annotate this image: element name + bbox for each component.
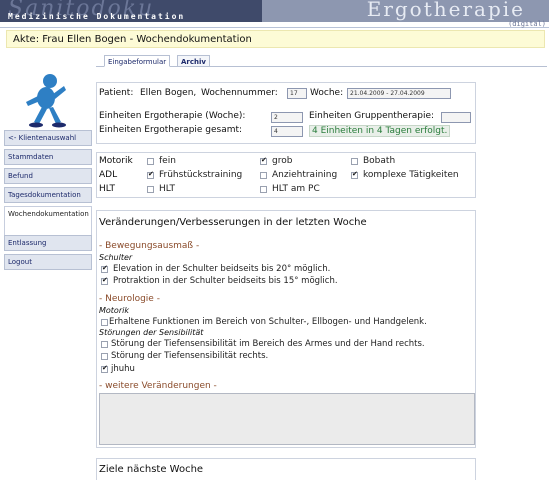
therapy-categories-panel: Motorik fein grob Bobath ADL Frühstückst… [96,152,476,198]
gruppentherapie-label: Einheiten Gruppentherapie: [309,111,435,121]
checkbox-bobath[interactable] [351,158,358,165]
einheiten-gesamt-label: Einheiten Ergotherapie gesamt: [99,125,243,135]
category-neurologie: - Neurologie - [99,294,160,304]
option-label-fruehstueckstraining: Frühstückstraining [159,170,243,180]
gruppentherapie-field[interactable] [441,112,471,123]
subcategory-motorik: Motorik [99,306,129,315]
option-label-bobath: Bobath [363,156,396,166]
checkbox-tiefensensibilitaet-rechts[interactable] [101,353,108,360]
option-label-anziehtraining: Anziehtraining [272,170,338,180]
goals-panel: Ziele nächste Woche [96,458,476,480]
sidebar-item-logout[interactable]: Logout [4,254,92,270]
checkbox-protraktion[interactable] [101,278,108,285]
category-label-motorik: Motorik [99,156,133,166]
patient-name: Ellen Bogen, [140,88,197,98]
woche-field[interactable]: 21.04.2009 - 27.04.2009 [347,88,451,99]
success-message: 4 Einheiten in 4 Tagen erfolgt. [309,125,451,137]
sidebar-item-tagesdokumentation[interactable]: Tagesdokumentation [4,187,92,203]
item-tiefensensibilitaet-arm: Störung der Tiefensensibilität im Bereic… [111,339,425,349]
item-protraktion: Protraktion in der Schulter beidseits bi… [113,276,338,286]
checkbox-fruehstueckstraining[interactable] [147,172,154,179]
category-weitere-veraenderungen: - weitere Veränderungen - [99,381,217,391]
changes-title: Veränderungen/Verbesserungen in der letz… [99,217,367,228]
sidebar-item-stammdaten[interactable]: Stammdaten [4,149,92,165]
sidebar-item-wochendokumentation[interactable]: Wochendokumentation [4,206,92,238]
tab-archiv[interactable]: Archiv [177,55,210,67]
tab-eingabeformular[interactable]: Eingabeformular [104,55,171,67]
woche-label: Woche: [310,88,344,98]
einheiten-gesamt-field[interactable]: 4 [271,126,303,137]
checkbox-anziehtraining[interactable] [260,172,267,179]
einheiten-woche-field[interactable]: 2 [271,112,303,123]
header-band: Ergotherapie [262,0,549,22]
checkbox-elevation[interactable] [101,266,108,273]
checkbox-hlt[interactable] [147,186,154,193]
sidebar-item-befund[interactable]: Befund [4,168,92,184]
option-label-grob: grob [272,156,293,166]
option-label-komplexe-taetigkeiten: komplexe Tätigkeiten [363,170,459,180]
app-edition: (digital) [508,20,546,28]
goals-title: Ziele nächste Woche [99,464,204,475]
app-header: Sanitodoku Medizinische Dokumentation Er… [0,0,549,28]
wochennummer-label: Wochennummer: [201,88,278,98]
logo: Sanitodoku Medizinische Dokumentation [0,0,262,22]
checkbox-hlt-am-pc[interactable] [260,186,267,193]
checkbox-komplexe-taetigkeiten[interactable] [351,172,358,179]
item-erhaltene-funktionen: Erhaltene Funktionen im Bereich von Schu… [109,317,427,327]
changes-panel: Veränderungen/Verbesserungen in der letz… [96,210,476,448]
option-label-hlt: HLT [159,184,176,194]
app-title: Ergotherapie [366,0,525,21]
subcategory-schulter: Schulter [99,253,133,262]
category-label-adl: ADL [99,170,118,180]
option-label-hlt-am-pc: HLT am PC [272,184,320,194]
checkbox-fein[interactable] [147,158,154,165]
checkbox-jhuhu[interactable] [101,366,108,373]
checkbox-tiefensensibilitaet-arm[interactable] [101,341,108,348]
logo-subtitle: Medizinische Dokumentation [8,12,186,21]
item-tiefensensibilitaet-rechts: Störung der Tiefensensibilität rechts. [111,351,269,361]
sidebar-item-entlassung[interactable]: Entlassung [4,235,92,251]
checkbox-grob[interactable] [260,158,267,165]
wochennummer-field[interactable]: 17 [287,88,307,99]
category-label-hlt: HLT [99,184,116,194]
subcategory-sensibilitaet: Störungen der Sensibilität [99,328,204,337]
record-bar: Akte: Frau Ellen Bogen - Wochendokumenta… [6,30,545,48]
sidebar: <- Klientenauswahl Stammdaten Befund Tag… [4,66,92,480]
weitere-veraenderungen-textarea[interactable] [99,393,475,445]
patient-panel: Patient: Ellen Bogen, Wochennummer: 17 W… [96,82,476,144]
einheiten-woche-label: Einheiten Ergotherapie (Woche): [99,111,246,121]
checkbox-erhaltene-funktionen[interactable] [101,319,108,326]
mascot-figure-icon [26,74,66,128]
item-jhuhu: jhuhu [111,364,135,374]
item-elevation: Elevation in der Schulter beidseits bis … [113,264,331,274]
patient-label: Patient: [99,88,134,98]
category-bewegungsausmass: - Bewegungsausmaß - [99,241,200,251]
option-label-fein: fein [159,156,176,166]
sidebar-item-klientenauswahl[interactable]: <- Klientenauswahl [4,130,92,146]
record-title: Akte: Frau Ellen Bogen - Wochendokumenta… [13,34,252,45]
